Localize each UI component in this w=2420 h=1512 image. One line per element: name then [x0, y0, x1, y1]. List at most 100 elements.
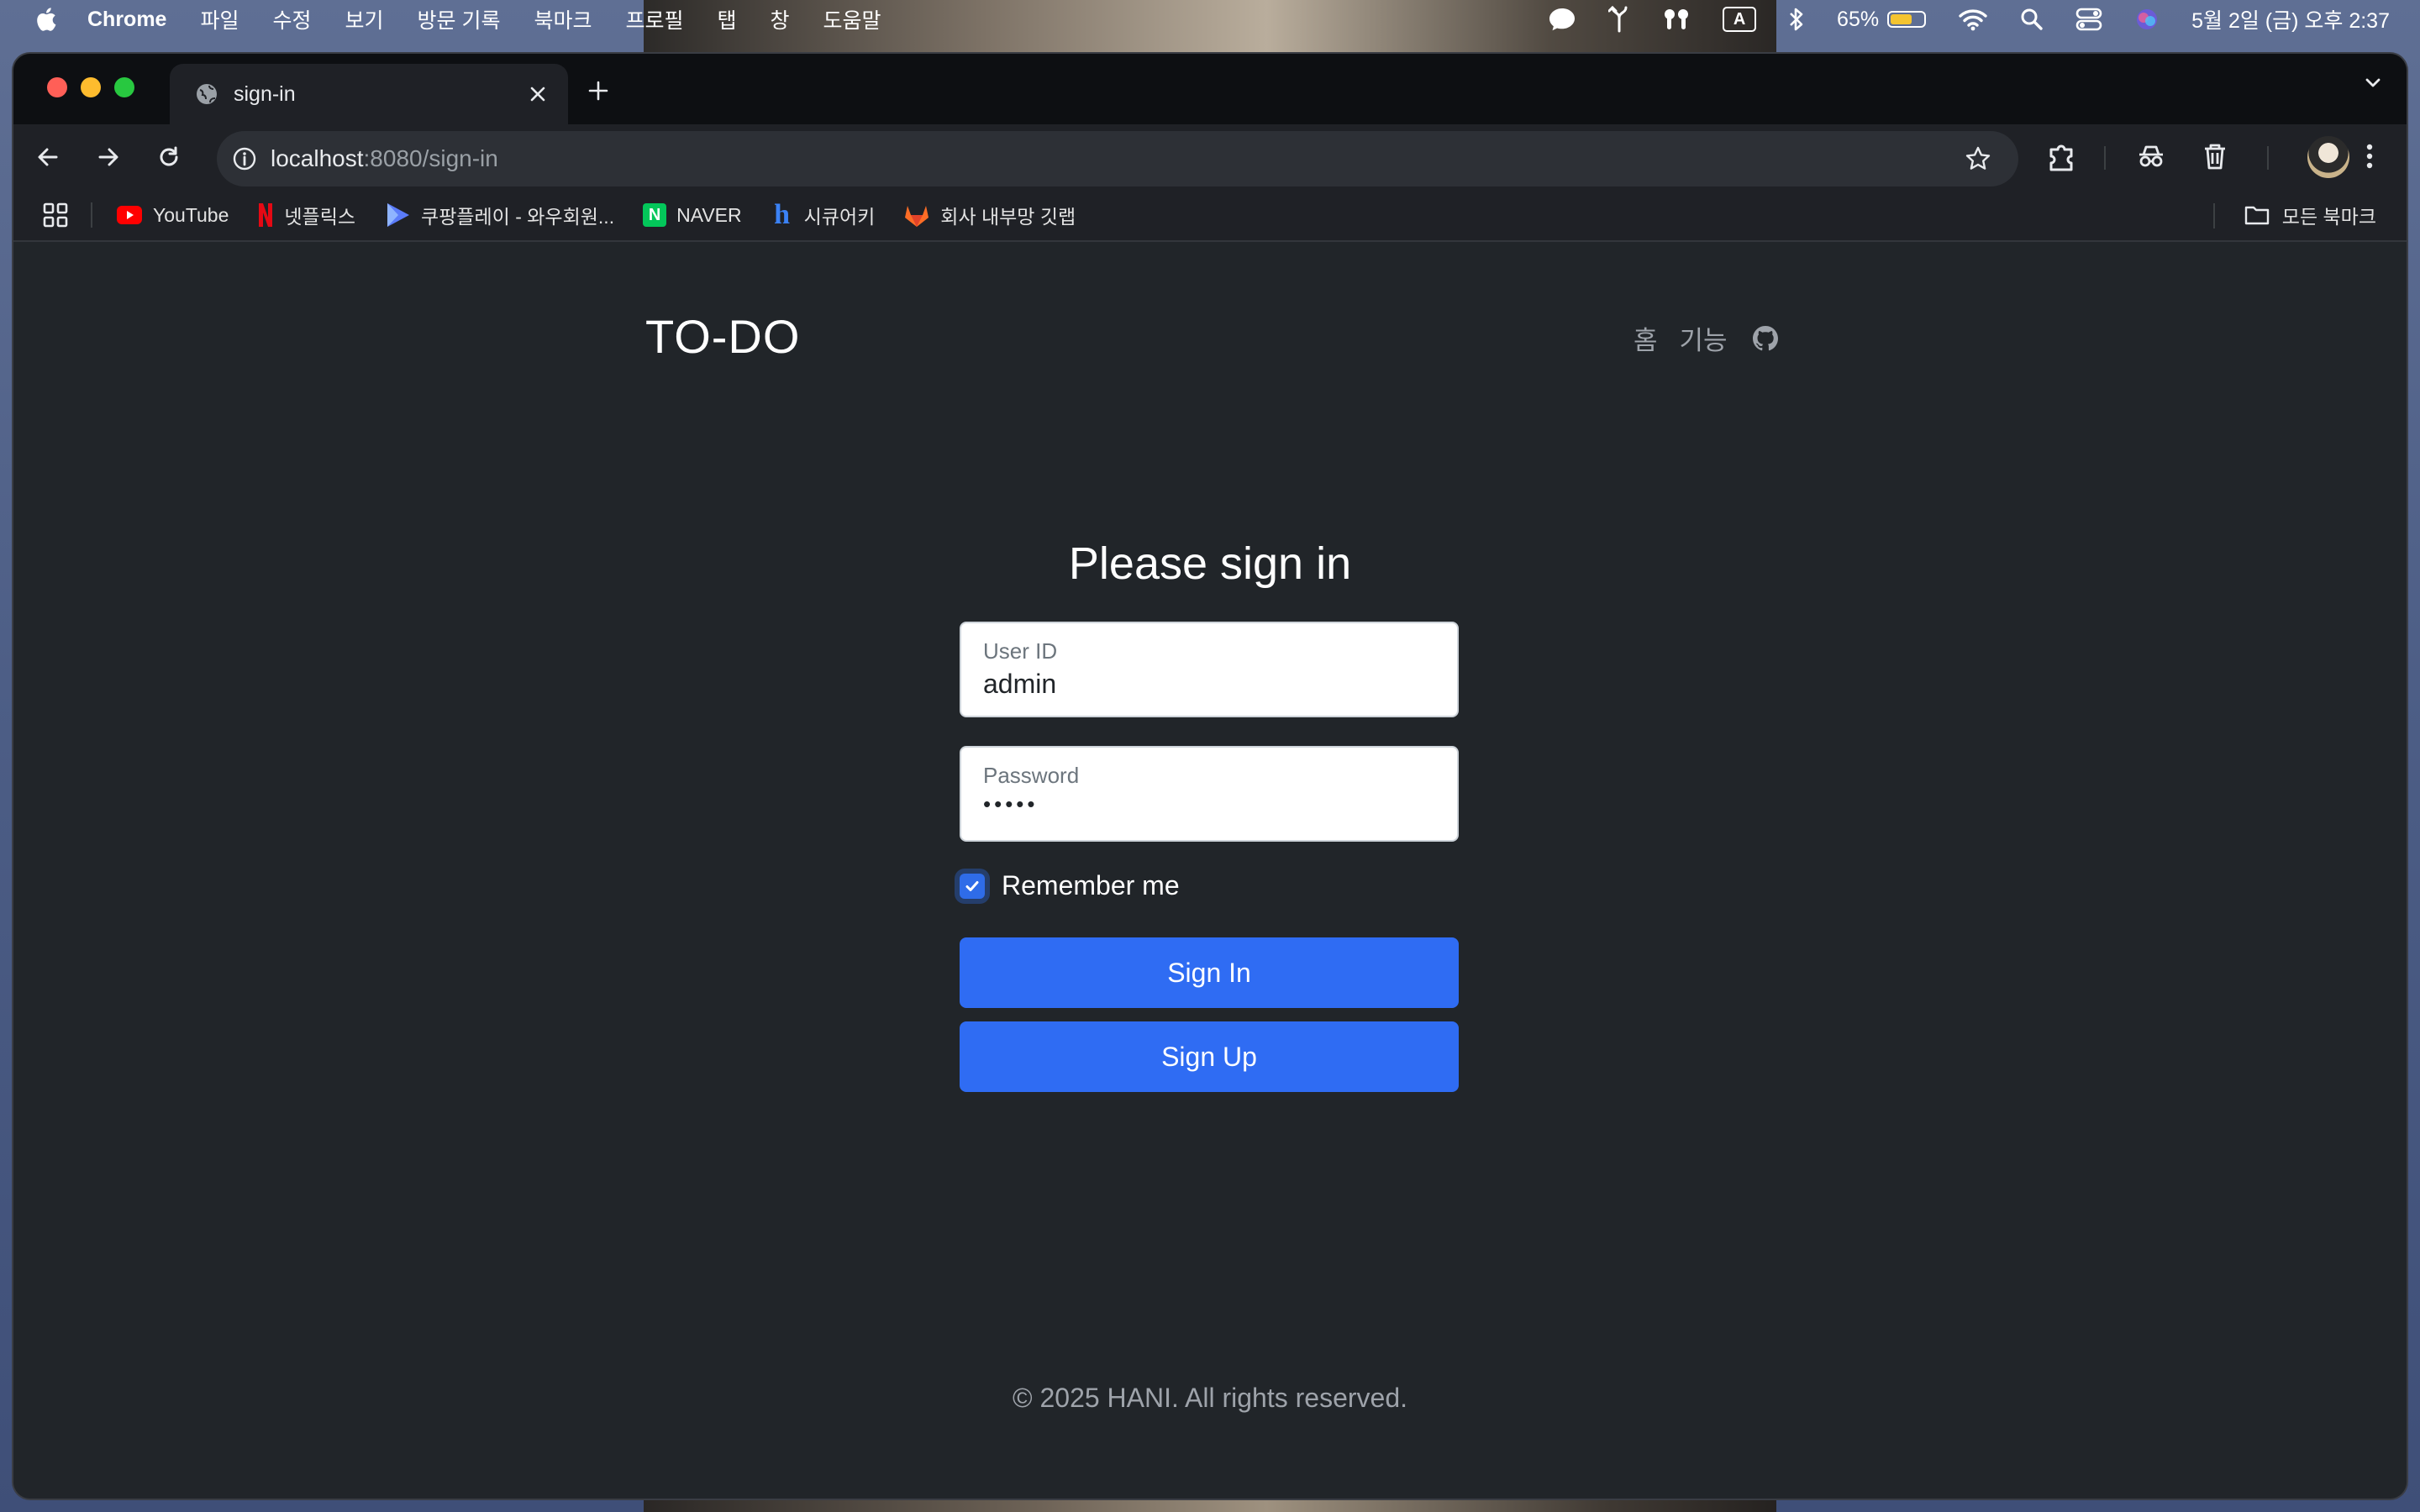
toolbar-separator	[2104, 146, 2106, 170]
battery-indicator[interactable]: 65%	[1837, 7, 1927, 32]
remember-me-label[interactable]: Remember me	[1002, 870, 1180, 901]
password-field[interactable]: Password •••••	[960, 746, 1459, 842]
user-id-field[interactable]: User ID admin	[960, 622, 1459, 717]
kebab-menu-icon[interactable]	[2365, 139, 2375, 173]
bookmark-netflix[interactable]: 넷플릭스	[257, 201, 355, 229]
toolbar-separator	[2267, 146, 2269, 170]
bookmark-label: 회사 내부망 깃랩	[940, 206, 1076, 228]
bookmarks-separator	[2213, 203, 2215, 228]
url-path: :8080/sign-in	[363, 145, 498, 171]
reload-button[interactable]	[151, 139, 187, 175]
bookmarks-bar: YouTube 넷플릭스 쿠팡플레이 - 와우회원... N NAVER h 시…	[13, 190, 2407, 242]
browser-window: sign-in localhost:8080/sign-in YouTube 넷…	[13, 54, 2407, 1499]
bookmark-label: NAVER	[676, 203, 742, 226]
sign-up-button[interactable]: Sign Up	[960, 1021, 1459, 1092]
all-bookmarks-label: 모든 북마크	[2281, 206, 2376, 228]
github-icon[interactable]	[1751, 324, 1780, 353]
checkmark-icon	[965, 880, 979, 891]
password-value[interactable]: •••••	[983, 791, 1039, 817]
incognito-icon[interactable]	[2134, 139, 2168, 173]
siri-icon[interactable]	[2134, 7, 2160, 32]
menu-bookmarks[interactable]: 북마크	[534, 4, 592, 34]
tab-search-chevron-icon[interactable]	[2363, 72, 2383, 92]
window-close-button[interactable]	[47, 77, 67, 97]
bluetooth-icon[interactable]	[1788, 6, 1805, 33]
url-host: localhost	[271, 145, 364, 171]
brand-logo[interactable]: TO-DO	[645, 309, 800, 364]
netflix-icon	[259, 203, 273, 227]
trash-icon[interactable]	[2198, 139, 2232, 173]
remember-me-checkbox[interactable]: Remember me	[960, 870, 1180, 901]
bookmark-coupang-play[interactable]: 쿠팡플레이 - 와우회원...	[384, 201, 614, 229]
fork-icon[interactable]	[1608, 6, 1630, 33]
menu-edit[interactable]: 수정	[272, 4, 311, 34]
naver-icon: N	[643, 203, 667, 227]
password-label: Password	[983, 763, 1080, 788]
spotlight-icon[interactable]	[2020, 8, 2044, 31]
menu-window[interactable]: 창	[771, 4, 790, 34]
forward-button[interactable]	[91, 139, 126, 175]
bookmark-youtube[interactable]: YouTube	[116, 204, 229, 227]
sign-in-button[interactable]: Sign In	[960, 937, 1459, 1008]
back-button[interactable]	[30, 139, 66, 175]
web-page: TO-DO 홈 기능 Please sign in User ID admin …	[13, 242, 2407, 1499]
menubar-clock[interactable]: 5월 2일 (금) 오후 2:37	[2191, 4, 2390, 34]
apple-logo-icon[interactable]	[34, 6, 57, 33]
input-source-icon[interactable]: A	[1723, 7, 1757, 32]
nav-features-link[interactable]: 기능	[1680, 319, 1728, 357]
gitlab-icon	[905, 206, 929, 227]
window-zoom-button[interactable]	[114, 77, 134, 97]
battery-percent: 65%	[1837, 7, 1880, 31]
profile-avatar[interactable]	[2307, 136, 2349, 178]
menu-tab[interactable]: 탭	[718, 4, 737, 34]
coupang-play-icon	[387, 203, 410, 227]
bookmarks-separator	[91, 202, 92, 228]
reload-icon	[160, 146, 178, 166]
wifi-icon[interactable]	[1958, 8, 1988, 31]
top-nav: 홈 기능	[1634, 319, 1780, 357]
checkbox[interactable]	[960, 873, 985, 899]
apps-grid-icon[interactable]	[42, 202, 69, 228]
browser-toolbar: localhost:8080/sign-in	[13, 124, 2407, 190]
arrow-right-icon	[98, 148, 118, 166]
all-bookmarks-button[interactable]: 모든 북마크	[2244, 190, 2376, 240]
bookmark-gitlab[interactable]: 회사 내부망 깃랩	[903, 201, 1076, 229]
youtube-icon	[117, 206, 142, 224]
bookmark-label: 시큐어키	[803, 206, 876, 228]
page-footer: © 2025 HANI. All rights reserved.	[1013, 1383, 1407, 1413]
battery-icon	[1887, 11, 1927, 28]
tab-sign-in[interactable]: sign-in	[170, 64, 568, 124]
messages-icon[interactable]	[1548, 7, 1576, 32]
plus-icon	[588, 81, 608, 101]
bookmark-securekey[interactable]: h 시큐어키	[771, 199, 876, 230]
tab-strip: sign-in	[13, 54, 2407, 124]
menu-help[interactable]: 도움말	[823, 4, 881, 34]
folder-icon	[2244, 206, 2269, 225]
menu-history[interactable]: 방문 기록	[418, 4, 501, 34]
airpods-icon[interactable]	[1662, 7, 1691, 32]
globe-icon	[197, 84, 217, 104]
tab-title: sign-in	[234, 81, 296, 106]
user-id-value[interactable]: admin	[983, 669, 1056, 700]
bookmark-label: YouTube	[153, 203, 229, 226]
nav-home-link[interactable]: 홈	[1634, 319, 1658, 357]
menu-profile[interactable]: 프로필	[625, 4, 683, 34]
control-center-icon[interactable]	[2075, 8, 2102, 31]
url-text[interactable]: localhost:8080/sign-in	[271, 145, 498, 172]
macos-menu-bar: Chrome 파일 수정 보기 방문 기록 북마크 프로필 탭 창 도움말 A …	[0, 0, 2420, 39]
securekey-icon: h	[774, 199, 791, 230]
page-title: Please sign in	[1068, 538, 1352, 589]
star-icon[interactable]	[1965, 145, 1991, 172]
menu-app-name[interactable]: Chrome	[87, 8, 166, 32]
menu-view[interactable]: 보기	[345, 4, 384, 34]
close-icon[interactable]	[529, 86, 546, 102]
extensions-icon[interactable]	[2045, 139, 2079, 173]
site-info-icon[interactable]	[232, 146, 257, 171]
user-id-label: User ID	[983, 638, 1058, 664]
menu-file[interactable]: 파일	[200, 4, 239, 34]
address-bar[interactable]: localhost:8080/sign-in	[217, 131, 2018, 186]
window-minimize-button[interactable]	[81, 77, 101, 97]
arrow-left-icon	[38, 148, 58, 166]
new-tab-button[interactable]	[578, 71, 618, 111]
bookmark-naver[interactable]: N NAVER	[643, 203, 742, 227]
